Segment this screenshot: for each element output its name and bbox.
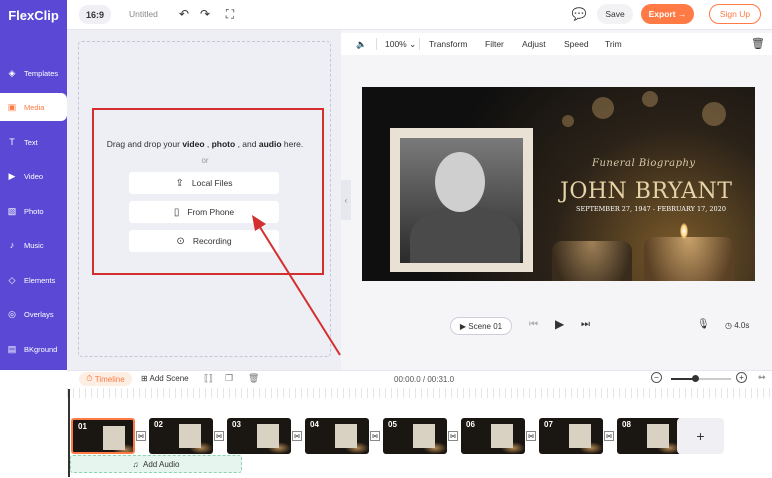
timeline-time: 00:00.0 / 00:31.0 xyxy=(394,375,455,384)
clip-number: 03 xyxy=(232,420,241,429)
timeline-ruler[interactable] xyxy=(67,388,772,398)
delete-icon[interactable]: 🗑 xyxy=(248,373,259,384)
clip-thumbnail xyxy=(335,424,357,448)
clip-thumbnail xyxy=(413,424,435,448)
clip-number: 01 xyxy=(78,422,87,431)
clip-thumbnail xyxy=(103,426,125,450)
transition-icon[interactable]: ⋈ xyxy=(214,431,224,441)
clip-thumbnail xyxy=(647,424,669,448)
transition-icon[interactable]: ⋈ xyxy=(526,431,536,441)
timeline-clip[interactable]: 07 xyxy=(539,418,603,454)
timeline-clip[interactable]: 03 xyxy=(227,418,291,454)
transition-icon[interactable]: ⋈ xyxy=(448,431,458,441)
next-icon[interactable]: ⏭ xyxy=(581,319,590,330)
clip-thumbnail xyxy=(569,424,591,448)
timeline-clip[interactable]: 06 xyxy=(461,418,525,454)
microphone-icon[interactable]: 🎙 xyxy=(697,319,710,330)
transition-icon[interactable]: ⋈ xyxy=(292,431,302,441)
clip-thumbnail xyxy=(491,424,513,448)
previous-icon[interactable]: ⏮ xyxy=(529,319,538,330)
clip-thumbnail xyxy=(179,424,201,448)
transition-icon[interactable]: ⋈ xyxy=(136,431,146,441)
fit-timeline-icon[interactable]: ⇿ xyxy=(758,372,766,383)
clip-number: 04 xyxy=(310,420,319,429)
transition-icon[interactable]: ⋈ xyxy=(604,431,614,441)
clip-number: 05 xyxy=(388,420,397,429)
add-clip-button[interactable]: + xyxy=(677,418,724,454)
timeline-clip[interactable]: 08 xyxy=(617,418,681,454)
timeline-clip[interactable]: 02 xyxy=(149,418,213,454)
add-scene-button[interactable]: ⊞ Add Scene xyxy=(141,374,189,383)
scene-duration: ◷ 4.0s xyxy=(725,321,750,330)
scene-selector[interactable]: ▶ Scene 01 xyxy=(450,317,512,335)
play-icon[interactable]: ▶ xyxy=(555,317,564,331)
timeline-tab[interactable]: ⏱ Timeline xyxy=(79,372,132,386)
add-audio-button[interactable]: ♫ Add Audio xyxy=(70,455,242,473)
timeline-clip[interactable]: 01 xyxy=(71,418,135,454)
split-icon[interactable]: ⟦⟧ xyxy=(204,373,213,384)
timeline-clip[interactable]: 05 xyxy=(383,418,447,454)
clip-number: 02 xyxy=(154,420,163,429)
timeline-clip[interactable]: 04 xyxy=(305,418,369,454)
zoom-slider-handle[interactable] xyxy=(692,375,699,382)
zoom-in-icon[interactable]: + xyxy=(736,372,747,383)
clip-thumbnail xyxy=(257,424,279,448)
clip-number: 06 xyxy=(466,420,475,429)
clip-number: 07 xyxy=(544,420,553,429)
clip-number: 08 xyxy=(622,420,631,429)
duplicate-icon[interactable]: ❐ xyxy=(225,373,233,384)
transition-icon[interactable]: ⋈ xyxy=(370,431,380,441)
zoom-out-icon[interactable]: − xyxy=(651,372,662,383)
